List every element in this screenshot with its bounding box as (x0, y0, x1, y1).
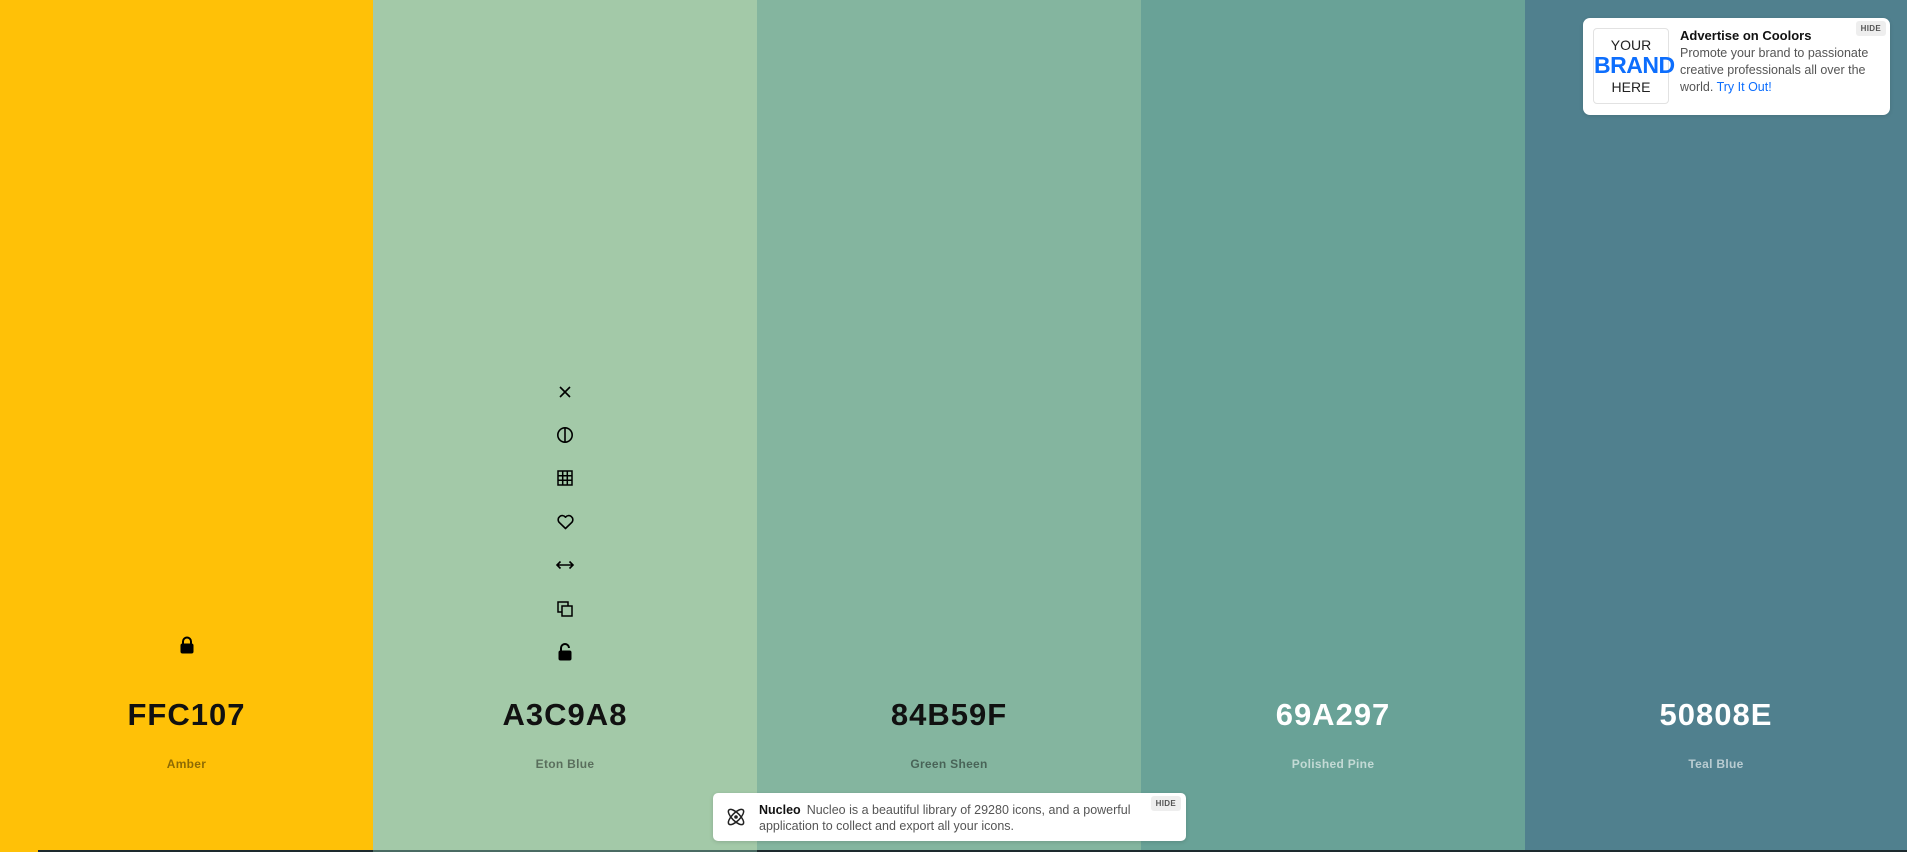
ad-brand-logo[interactable]: YOUR BRAND HERE (1593, 28, 1675, 104)
color-name[interactable]: Teal Blue (1525, 757, 1907, 771)
banner-brand[interactable]: Nucleo (759, 803, 801, 817)
nucleo-banner[interactable]: Nucleo Nucleo is a beautiful library of 2… (713, 793, 1186, 841)
color-name[interactable]: Polished Pine (1141, 757, 1525, 771)
color-column-eton-blue[interactable]: A3C9A8 Eton Blue (373, 0, 757, 852)
color-hex[interactable]: 84B59F (757, 697, 1141, 733)
color-column-green-sheen[interactable]: 84B59F Green Sheen (757, 0, 1141, 852)
color-hex[interactable]: 50808E (1525, 697, 1907, 733)
color-name[interactable]: Eton Blue (373, 757, 757, 771)
drag-arrows-icon[interactable] (550, 544, 580, 587)
color-hex[interactable]: A3C9A8 (373, 697, 757, 733)
color-hex[interactable]: FFC107 (0, 697, 373, 733)
heart-icon[interactable] (550, 500, 580, 543)
contrast-icon[interactable] (550, 413, 580, 456)
ad-title[interactable]: Advertise on Coolors (1680, 28, 1811, 43)
banner-hide-button[interactable]: HIDE (1150, 796, 1181, 811)
ad-body-text: Promote your brand to passionate creativ… (1680, 46, 1869, 94)
ad-card[interactable]: YOUR BRAND HERE Advertise on Coolors Pro… (1583, 18, 1890, 115)
lock-icon[interactable] (174, 632, 200, 658)
color-column-teal-blue[interactable]: 50808E Teal Blue (1525, 0, 1907, 852)
nucleo-atom-icon (724, 805, 748, 829)
color-name[interactable]: Amber (0, 757, 373, 771)
ad-logo-line1: YOUR (1610, 37, 1652, 53)
ad-logo-line3: HERE (1611, 79, 1651, 95)
banner-description: Nucleo is a beautiful library of 29280 i… (759, 803, 1131, 833)
color-column-polished-pine[interactable]: 69A297 Polished Pine (1141, 0, 1525, 852)
color-name[interactable]: Green Sheen (757, 757, 1141, 771)
ad-body: Promote your brand to passionate creativ… (1680, 45, 1885, 96)
palette: FFC107 Amber A3C9A8 Eton Blue 84B59F Gre… (0, 0, 1907, 852)
banner-text: Nucleo Nucleo is a beautiful library of 2… (759, 802, 1139, 834)
close-icon[interactable] (550, 370, 580, 413)
unlock-icon[interactable] (550, 630, 580, 673)
ad-link[interactable]: Try It Out! (1717, 80, 1772, 94)
color-column-amber[interactable]: FFC107 Amber (0, 0, 373, 852)
ad-hide-button[interactable]: HIDE (1855, 21, 1886, 36)
ad-logo-line2: BRAND (1594, 52, 1675, 78)
shades-grid-icon[interactable] (550, 457, 580, 500)
color-hex[interactable]: 69A297 (1141, 697, 1525, 733)
copy-icon[interactable] (550, 587, 580, 630)
column-toolbar (550, 370, 580, 674)
